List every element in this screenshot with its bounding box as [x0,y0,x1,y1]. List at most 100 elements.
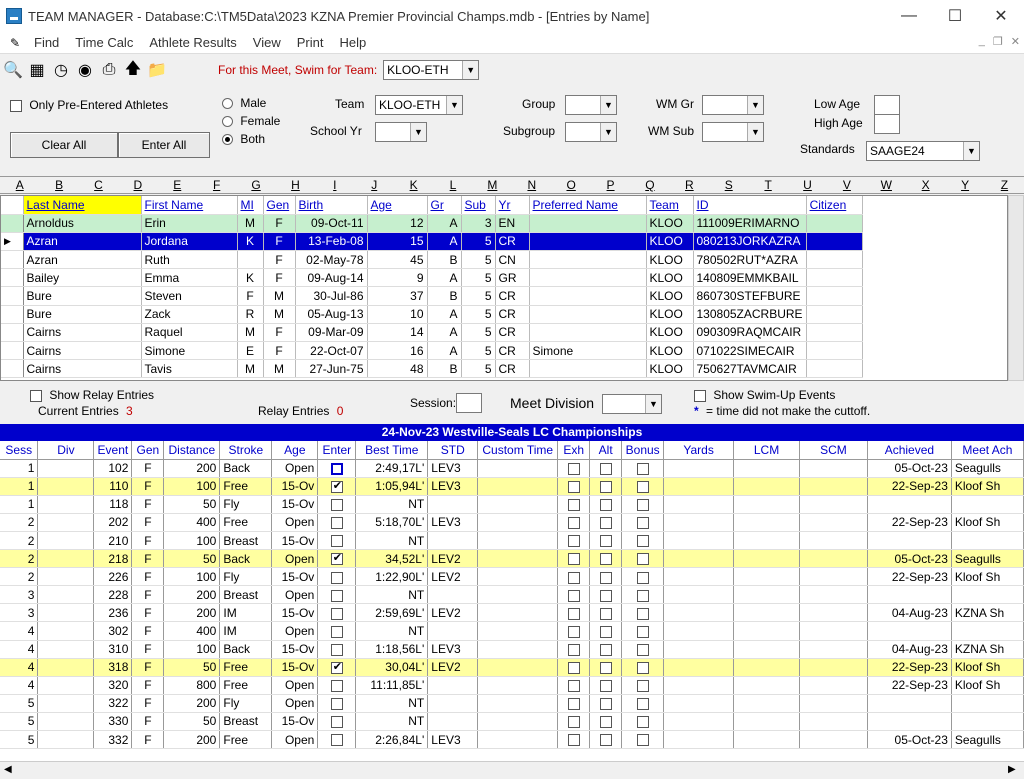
folder-up-icon[interactable]: 📁 [146,59,168,81]
index-letter[interactable]: N [512,177,551,193]
close-button[interactable]: ✕ [978,0,1024,32]
enter-checkbox[interactable] [330,462,343,475]
bonus-checkbox[interactable] [636,571,649,584]
alt-checkbox[interactable] [599,499,612,512]
event-column-header[interactable]: Event [93,441,133,460]
enter-checkbox[interactable] [330,499,343,512]
index-letter[interactable]: P [591,177,630,193]
index-letter[interactable]: O [551,177,590,193]
index-letter[interactable]: E [158,177,197,193]
athlete-column-header[interactable]: ID [693,196,807,215]
swim-for-team-select[interactable]: KLOO-ETH ▼ [383,60,480,80]
event-column-header[interactable]: Sess [0,441,39,460]
up-arrow-icon[interactable]: 🡅 [122,59,144,81]
alt-checkbox[interactable] [599,734,612,747]
athlete-row[interactable]: Bailey Emma K F 09-Aug-14 9 A 5 GR KLOO 140809EMMK… [1,268,863,288]
wm-gr-select[interactable]: ▼ [702,95,764,115]
bonus-checkbox[interactable] [636,643,649,656]
bonus-checkbox[interactable] [636,607,649,620]
exh-checkbox[interactable] [567,662,580,674]
bonus-checkbox[interactable] [636,481,649,494]
athlete-column-header[interactable]: Age [367,196,428,215]
athlete-column-header[interactable]: Gen [263,196,296,215]
event-row[interactable]: 1 110F100Free15-Ov 1:05,94L'LEV3 22-Sep-23K… [0,477,1024,496]
event-row[interactable]: 2 210 F 100 Breast 15-Ov NT [0,531,1024,551]
index-letter[interactable]: Z [985,177,1024,193]
enter-checkbox[interactable] [330,680,343,693]
bonus-checkbox[interactable] [636,462,649,475]
event-column-header[interactable]: SCM [799,441,868,460]
event-row[interactable]: 3 228 F 200 Breast Open NT [0,585,1024,605]
event-row[interactable]: 2 226 F 100 Fly 15-Ov 1:22,90L' LEV2 22-Sep-23 Kl… [0,567,1024,587]
enter-checkbox[interactable] [330,698,343,711]
event-column-header[interactable]: Age [271,441,319,460]
bonus-checkbox[interactable] [636,499,649,512]
athlete-column-header[interactable]: Last Name [23,196,142,215]
bonus-checkbox[interactable] [636,698,649,711]
enter-all-button[interactable]: Enter All [118,132,210,158]
index-letter[interactable]: S [709,177,748,193]
low-age-input[interactable] [874,95,900,115]
event-column-header[interactable]: Yards [663,441,735,460]
athlete-row[interactable]: Azran Ruth F 02-May-78 45 B 5 CN KLOO 780502RUT*A… [1,250,863,270]
athlete-row[interactable]: Cairns Simone E F 22-Oct-07 16 A 5 CR Simone KLOO 0… [1,341,863,361]
event-row[interactable]: 3 236 F 200 IM 15-Ov 2:59,69L' LEV2 04-Aug-23 KZN… [0,603,1024,623]
alt-checkbox[interactable] [599,607,612,620]
menu-view[interactable]: View [245,35,289,50]
enter-checkbox[interactable] [330,571,343,584]
exh-checkbox[interactable] [567,625,580,638]
exh-checkbox[interactable] [567,607,580,620]
bonus-checkbox[interactable] [636,680,649,693]
athlete-column-header[interactable]: Preferred Name [529,196,647,215]
bonus-checkbox[interactable] [636,535,649,548]
athlete-column-header[interactable]: Gr [427,196,462,215]
index-letter[interactable]: J [355,177,394,193]
event-column-header[interactable]: Bonus [621,441,665,460]
event-column-header[interactable]: Distance [163,441,221,460]
alt-checkbox[interactable] [599,535,612,548]
index-letter[interactable]: A [0,177,39,193]
enter-checkbox[interactable] [330,643,343,656]
athlete-row[interactable]: Arnoldus Erin M F 09-Oct-11 12 A 3 EN KLOO 111009E… [1,214,863,233]
bonus-checkbox[interactable] [636,625,649,638]
alt-checkbox[interactable] [599,589,612,602]
team-select[interactable]: KLOO-ETH ▼ [375,95,463,115]
event-column-header[interactable]: STD [427,441,479,460]
index-letter[interactable]: F [197,177,236,193]
scroll-left-icon[interactable]: ◀ [4,764,12,775]
event-row[interactable]: 4 302 F 400 IM Open NT [0,621,1024,641]
radio-female[interactable]: Female [222,114,280,128]
only-pre-entered-checkbox[interactable]: Only Pre-Entered Athletes [10,98,168,112]
enter-checkbox[interactable] [330,551,343,566]
index-letter[interactable]: T [748,177,787,193]
athlete-row[interactable]: Bure Steven F M 30-Jul-86 37 B 5 CR KLOO 860730STE… [1,286,863,306]
athlete-row[interactable]: Cairns Tavis M M 27-Jun-75 48 B 5 CR KLOO 750627TA… [1,359,863,379]
standards-select[interactable]: SAAGE24 ▼ [866,141,980,161]
eye-icon[interactable]: ◉ [74,59,96,81]
event-column-header[interactable]: Div [37,441,95,460]
event-row[interactable]: 1 118 F 50 Fly 15-Ov NT [0,495,1024,514]
show-relay-checkbox[interactable]: Show Relay Entries [30,388,154,402]
bonus-checkbox[interactable] [636,734,649,747]
radio-both[interactable]: Both [222,132,265,146]
exh-checkbox[interactable] [567,589,580,602]
clock-icon[interactable]: ◷ [50,59,72,81]
athlete-column-header[interactable]: First Name [141,196,238,215]
event-column-header[interactable]: Meet Ach [951,441,1024,460]
event-column-header[interactable]: Stroke [219,441,273,460]
index-letter[interactable]: K [394,177,433,193]
event-column-header[interactable]: Gen [131,441,165,460]
alt-checkbox[interactable] [599,462,612,475]
event-row[interactable]: 2 218F50BackOpen 34,52L'LEV2 05-Oct-23Seagu… [0,549,1024,569]
school-yr-select[interactable]: ▼ [375,122,427,142]
scroll-right-icon[interactable]: ▶ [1008,764,1016,775]
exh-checkbox[interactable] [567,462,580,475]
event-row[interactable]: 5 330 F 50 Breast 15-Ov NT [0,712,1024,732]
bonus-checkbox[interactable] [636,589,649,602]
event-row[interactable]: 4 320 F 800 Free Open 11:11,85L' 22-Sep-23 Kloof… [0,676,1024,695]
mdi-restore-icon[interactable]: ❐ [993,35,1003,48]
bonus-checkbox[interactable] [636,517,649,530]
alt-checkbox[interactable] [599,643,612,656]
index-letter[interactable]: R [670,177,709,193]
athlete-column-header[interactable]: Team [646,196,694,215]
